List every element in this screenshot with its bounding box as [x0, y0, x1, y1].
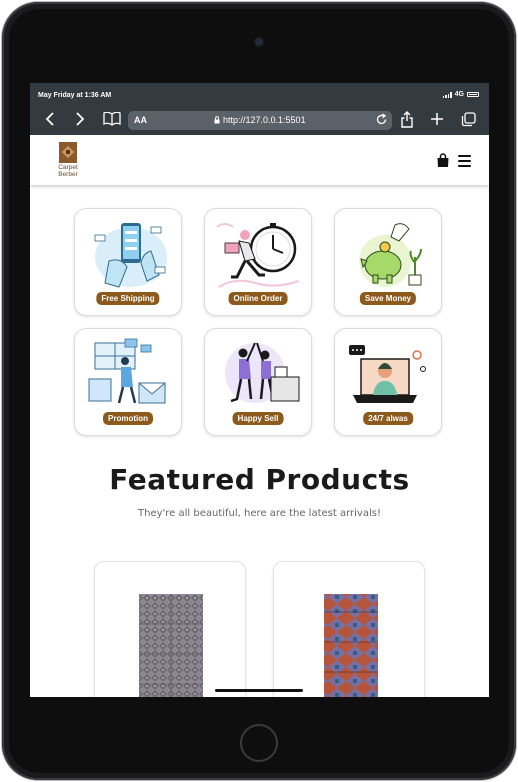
url-text: http://127.0.0.1:5501: [223, 115, 306, 125]
clock-runner-illustration-icon: [216, 223, 300, 288]
front-camera: [255, 38, 263, 46]
feature-label: Promotion: [103, 412, 153, 425]
browser-toolbar: AA http://127.0.0.1:5501: [30, 105, 489, 135]
tabs-icon: [461, 111, 476, 126]
phone-illustration-icon: [94, 223, 167, 288]
feature-card-support[interactable]: 24/7 alwas: [334, 328, 442, 436]
menu-line: [458, 155, 471, 157]
feature-label: Happy Sell: [232, 412, 284, 425]
product-card[interactable]: [273, 561, 425, 697]
site-header: Carpet Berber: [30, 135, 489, 185]
feature-label: 24/7 alwas: [363, 412, 413, 425]
logo-mark: [59, 142, 77, 163]
laptop-support-illustration-icon: [349, 345, 426, 403]
forward-button[interactable]: [70, 109, 90, 129]
reload-button[interactable]: [375, 113, 388, 131]
home-indicator: [215, 689, 303, 692]
status-time: May Friday at 1:36 AM: [38, 92, 112, 99]
feature-card-promotion[interactable]: Promotion: [74, 328, 182, 436]
feature-card-happy-sell[interactable]: Happy Sell: [204, 328, 312, 436]
menu-line: [458, 160, 471, 162]
plus-icon: [431, 113, 443, 125]
feature-label: Free Shipping: [96, 292, 160, 305]
reload-icon: [376, 113, 387, 125]
high-five-illustration-icon: [225, 342, 300, 403]
feature-card-online-order[interactable]: Online Order: [204, 208, 312, 316]
shopping-bag-icon: [437, 153, 449, 167]
back-button[interactable]: [40, 109, 60, 129]
network-label: 4G: [454, 91, 464, 98]
home-button[interactable]: [240, 724, 278, 762]
site-logo[interactable]: Carpet Berber: [54, 142, 82, 178]
status-indicators: 4G: [442, 91, 479, 98]
logo-text: Carpet Berber: [58, 164, 78, 178]
promotion-illustration-icon: [88, 338, 166, 404]
product-image: [324, 594, 378, 697]
battery-icon: [467, 92, 479, 97]
feature-card-save-money[interactable]: Save Money: [334, 208, 442, 316]
menu-line: [458, 165, 471, 167]
cart-button[interactable]: [436, 153, 450, 172]
chevron-right-icon: [76, 112, 85, 126]
tabs-button[interactable]: [458, 109, 478, 129]
feature-card-free-shipping[interactable]: Free Shipping: [74, 208, 182, 316]
feature-label: Online Order: [228, 292, 288, 305]
status-bar: May Friday at 1:36 AM 4G: [30, 83, 489, 105]
url-display[interactable]: http://127.0.0.1:5501: [214, 115, 306, 125]
signal-icon: [442, 91, 452, 98]
product-image: [139, 594, 203, 697]
book-icon: [103, 112, 121, 126]
new-tab-button[interactable]: [427, 109, 447, 129]
share-button[interactable]: [397, 109, 417, 129]
reader-button[interactable]: AA: [134, 115, 147, 125]
screen: May Friday at 1:36 AM 4G AA http://127.0…: [30, 83, 489, 697]
chevron-left-icon: [45, 112, 54, 126]
feature-label: Save Money: [359, 292, 417, 305]
address-bar[interactable]: AA http://127.0.0.1:5501: [128, 111, 392, 130]
featured-products-subtitle: They're all beautiful, here are the late…: [138, 508, 381, 519]
share-icon: [401, 110, 413, 128]
bookmarks-button[interactable]: [102, 109, 122, 129]
featured-products-title: Featured Products: [109, 463, 410, 496]
lock-icon: [214, 116, 220, 124]
piggy-bank-illustration-icon: [359, 223, 422, 287]
product-card[interactable]: [94, 561, 246, 697]
menu-button[interactable]: [458, 155, 471, 170]
